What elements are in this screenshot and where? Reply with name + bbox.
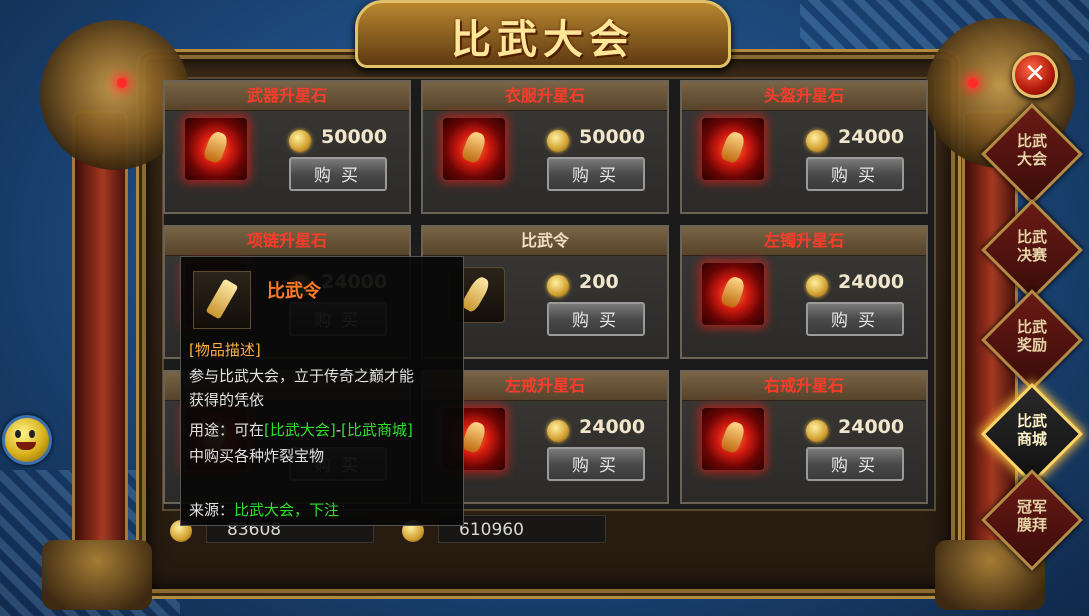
shop-item-name: 左镯升星石 [682,227,926,256]
item-tooltip: 比武令 [物品描述] 参与比武大会，立于传奇之巅才能 获得的凭依 用途：可在[比… [180,256,464,526]
shop-item-price: 50000 [579,126,646,148]
shop-item-cell: 左镯升星石 24000 购买 [680,225,928,359]
left-dragon-eye [117,78,127,88]
gold-coin-icon [547,130,569,152]
tooltip-desc-line2: 获得的凭依 [189,391,265,409]
gold-coin-icon [547,420,569,442]
gold-coin-icon [547,275,569,297]
buy-button[interactable]: 购买 [806,302,904,336]
shop-item-name: 项链升星石 [165,227,409,256]
page-title: 比武大会 [451,16,635,63]
shop-item-cell: 武器升星石 50000 购买 [163,80,411,214]
red-star-stone-icon[interactable] [702,263,764,325]
shop-item-price: 24000 [838,271,905,293]
shop-item-name: 比武令 [423,227,667,256]
tab-shop[interactable]: 比武 商城 [996,394,1068,466]
buy-button[interactable]: 购买 [289,157,387,191]
tooltip-item-name: 比武令 [267,281,321,302]
close-button[interactable]: ✕ [1012,52,1058,98]
gold-coin-icon [806,130,828,152]
tab-worship[interactable]: 冠军 膜拜 [996,480,1068,552]
right-dragon-eye [968,78,978,88]
shop-item-name: 头盔升星石 [682,82,926,111]
chat-emoji-button[interactable] [2,415,52,465]
shop-item-cell: 右戒升星石 24000 购买 [680,370,928,504]
tooltip-desc-header: [物品描述] [189,341,261,359]
tooltip-link-tournament[interactable]: [比武大会] [264,421,336,439]
tooltip-desc-line1: 参与比武大会，立于传奇之巅才能 [189,367,415,385]
left-pillar-base [42,540,152,610]
shop-item-price: 24000 [838,126,905,148]
title-plate: 比武大会 [355,0,731,68]
buy-button[interactable]: 购买 [547,447,645,481]
tournament-token-icon [193,271,251,329]
shop-item-price: 50000 [321,126,388,148]
tab-tournament[interactable]: 比武 大会 [996,114,1068,186]
shop-item-price: 24000 [579,416,646,438]
left-pillar [72,110,128,586]
tooltip-use-line: 用途：可在[比武大会]-[比武商城] [189,419,413,440]
tooltip-use-line2: 中购买各种炸裂宝物 [189,447,325,465]
shop-item-cell: 衣服升星石 50000 购买 [421,80,669,214]
gold-coin-icon [806,420,828,442]
buy-button[interactable]: 购买 [806,447,904,481]
tooltip-link-shop[interactable]: [比武商城] [341,421,413,439]
shop-item-cell: 头盔升星石 24000 购买 [680,80,928,214]
red-star-stone-icon[interactable] [443,118,505,180]
shop-item-price: 24000 [838,416,905,438]
tab-finals[interactable]: 比武 决赛 [996,210,1068,282]
close-icon: ✕ [1024,59,1046,89]
red-star-stone-icon[interactable] [185,118,247,180]
red-star-stone-icon[interactable] [702,408,764,470]
tooltip-source-label: 来源： [189,501,235,519]
buy-button[interactable]: 购买 [806,157,904,191]
gold-coin-icon [806,275,828,297]
buy-button[interactable]: 购买 [547,157,645,191]
shop-item-name: 武器升星石 [165,82,409,111]
buy-button[interactable]: 购买 [547,302,645,336]
tooltip-use-prefix: 用途：可在 [189,421,265,439]
shop-item-name: 衣服升星石 [423,82,667,111]
gold-coin-icon [289,130,311,152]
tooltip-source-line: 来源：比武大会，下注 [189,499,339,520]
shop-item-name: 右戒升星石 [682,372,926,401]
red-star-stone-icon[interactable] [702,118,764,180]
shop-item-price: 200 [579,271,619,293]
tooltip-source-value: 比武大会，下注 [234,501,340,519]
tab-rewards[interactable]: 比武 奖励 [996,300,1068,372]
